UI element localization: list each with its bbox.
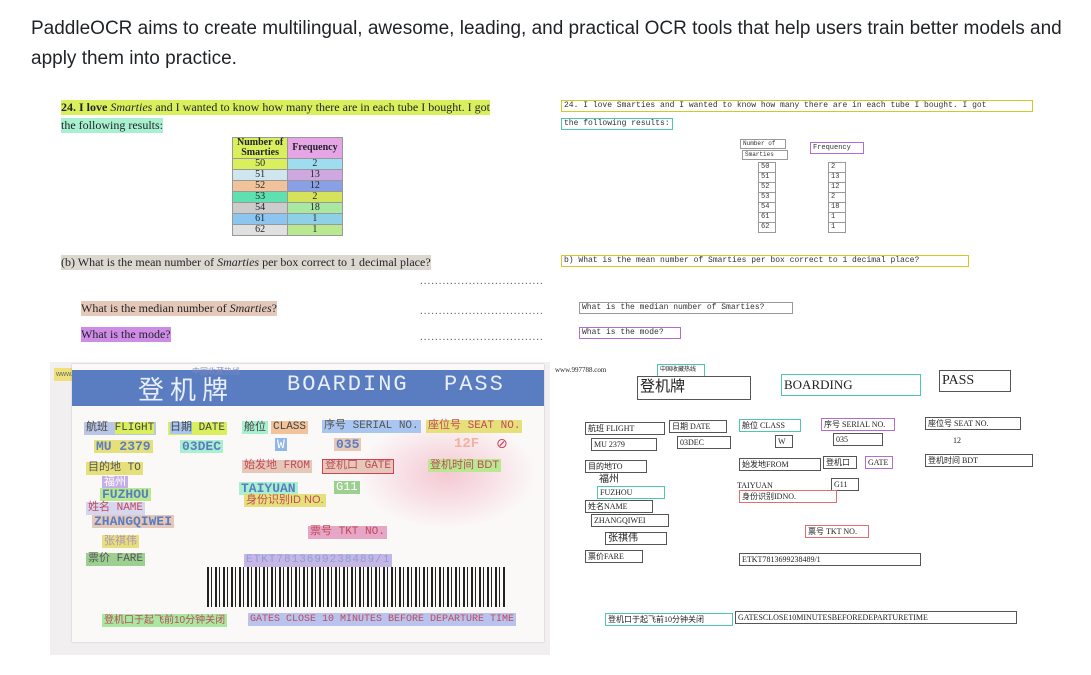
ticket-title-en2: PASS <box>444 372 505 397</box>
ocr-box-q1: 24. I love Smarties and I wanted to know… <box>561 100 1033 112</box>
footer-cn: 登机口于起飞前10分钟关闭 <box>102 614 228 627</box>
no-smoking-icon: ⊘ <box>496 435 508 451</box>
gate-value: G11 <box>334 480 360 494</box>
date-value: 03DEC <box>180 439 224 454</box>
ocr-box-col1a: Number of <box>740 139 786 149</box>
ocr-flight-label: 航班 FLIGHT <box>585 422 665 435</box>
label-from: 始发地 FROM <box>242 460 313 473</box>
ocr-class-label: 舱位 CLASS <box>739 419 801 432</box>
answer-dots-c: ................................. <box>420 305 544 317</box>
ocr-tkt-label: 票号 TKT NO. <box>805 525 869 538</box>
ocr-box-qb: b) What is the mean number of Smarties p… <box>561 255 969 267</box>
ocr-gate-en: GATE <box>865 456 893 469</box>
barcode <box>207 567 507 607</box>
etkt-value: ETKT7813699238489/1 <box>244 554 393 567</box>
flight-value: MU 2379 <box>94 439 153 454</box>
ocr-bdt-label: 登机时间 BDT <box>925 454 1033 467</box>
ocr-date-value: 03DEC <box>677 436 731 449</box>
ocr-footer-cn: 登机口于起飞前10分钟关闭 <box>605 613 733 626</box>
class-value: W <box>275 437 287 452</box>
ocr-box-qd: What is the mode? <box>579 327 681 339</box>
worksheet-ocr-result: 24. I love Smarties and I wanted to know… <box>557 92 1077 354</box>
label-bdt: 登机时间 BDT <box>428 459 502 472</box>
table-row: 53 <box>231 191 289 203</box>
label-flight: 航班 FLIGHT <box>84 422 157 435</box>
ocr-watermark: www.997788.com <box>555 366 607 374</box>
label-idno: 身份识别ID NO. <box>244 494 326 507</box>
ocr-to-label: 目的地TO <box>585 460 647 473</box>
ocr-title-en1: BOARDING <box>781 374 921 396</box>
label-date: 日期 DATE <box>168 422 228 435</box>
ocr-n-62: 62 <box>758 222 776 233</box>
ocr-name-value: ZHANGQIWEI <box>591 514 669 527</box>
ocr-f-7: 1 <box>828 222 846 233</box>
ocr-date-label: 日期 DATE <box>669 420 727 433</box>
col-header-number: Number of Smarties <box>231 137 289 159</box>
label-gate: 登机口 GATE <box>322 459 395 474</box>
worksheet-annotated: 24. I love Smarties and I wanted to know… <box>55 92 550 354</box>
name-cn: 张祺伟 <box>102 535 139 548</box>
table-row: 54 <box>231 202 289 214</box>
name-value: ZHANGQIWEI <box>92 514 175 529</box>
ocr-to-cn: 福州 <box>599 474 619 485</box>
ocr-to-value: FUZHOU <box>597 486 665 499</box>
label-class-cn: 舱位 <box>242 421 268 434</box>
ticket-title-cn: 登机牌 <box>138 376 235 405</box>
question-c: What is the median number of Smarties? <box>81 301 277 316</box>
question-b: (b) What is the mean number of Smarties … <box>61 255 431 270</box>
stain-decoration <box>357 419 537 529</box>
ocr-seat-value: 12 <box>953 436 961 445</box>
ticket-title-en1: BOARDING <box>287 372 409 397</box>
serial-value: 035 <box>334 437 362 452</box>
table-row: 52 <box>231 180 289 192</box>
frequency-table: Number of Smarties Frequency 50 2 51 13 52 1… <box>231 137 343 236</box>
question-line-1: 24. I love Smarties and I wanted to know… <box>61 100 490 115</box>
ocr-class-value: W <box>775 435 793 448</box>
table-row: 51 <box>231 169 289 181</box>
ocr-serial-value: 035 <box>833 433 883 446</box>
ocr-box-col2: Frequency <box>810 142 864 154</box>
ocr-box-col1b: Smarties <box>742 150 788 160</box>
ocr-box-q2: the following results: <box>561 118 673 130</box>
label-seat: 座位号 SEAT NO. <box>426 420 523 433</box>
ticket-photo: 中国收藏热线 登机牌 BOARDING PASS 航班 FLIGHT 日期 DA… <box>72 364 544 642</box>
question-line-2: the following results: <box>61 118 163 133</box>
col-header-frequency: Frequency <box>287 137 343 159</box>
label-class-en: CLASS <box>271 421 309 434</box>
footer-en: GATES CLOSE 10 MINUTES BEFORE DEPARTURE … <box>248 613 517 626</box>
table-row: 61 <box>231 213 289 225</box>
label-tkt: 票号 TKT NO. <box>308 526 387 539</box>
ocr-flight-value: MU 2379 <box>591 438 657 451</box>
ocr-etkt: ETKT7813699238489/1 <box>739 553 921 566</box>
label-serial: 序号 SERIAL NO. <box>322 420 421 433</box>
question-d: What is the mode? <box>81 327 171 342</box>
answer-dots-b: ................................. <box>420 275 544 287</box>
ocr-serial-label: 序号 SERIAL NO. <box>821 418 895 431</box>
to-value: FUZHOU <box>100 487 151 502</box>
intro-paragraph: PaddleOCR aims to create multilingual, a… <box>31 18 1062 69</box>
ocr-idno: 身份识别IDNO. <box>739 490 837 503</box>
answer-dots-d: ................................. <box>420 331 544 343</box>
seat-value: 12F <box>454 436 480 452</box>
boarding-pass-ocr-result: www.997788.com 中国收藏热线 登机牌 BOARDING PASS … <box>553 362 1076 655</box>
ocr-fare-label: 票价FARE <box>585 550 643 563</box>
boarding-pass-annotated: www.997788.com 中国收藏热线 登机牌 BOARDING PASS … <box>50 362 550 655</box>
ocr-gate-cn: 登机口 <box>823 456 857 469</box>
ocr-footer-en: GATESCLOSE10MINUTESBEFOREDEPARTURETIME <box>735 611 1017 624</box>
ocr-name-cn: 张祺伟 <box>605 532 667 545</box>
label-fare: 票价 FARE <box>86 553 146 566</box>
ocr-name-label: 姓名NAME <box>585 500 653 513</box>
ocr-title-cn: 登机牌 <box>637 376 751 400</box>
ocr-seat-label: 座位号 SEAT NO. <box>925 417 1021 430</box>
ocr-box-qc: What is the median number of Smarties? <box>579 302 793 314</box>
ocr-from-label: 始发地FROM <box>739 458 821 471</box>
table-row: 50 <box>231 158 289 170</box>
ocr-title-en2: PASS <box>939 370 1011 392</box>
table-row: 62 <box>231 224 289 236</box>
label-to: 目的地 TO <box>86 462 143 475</box>
